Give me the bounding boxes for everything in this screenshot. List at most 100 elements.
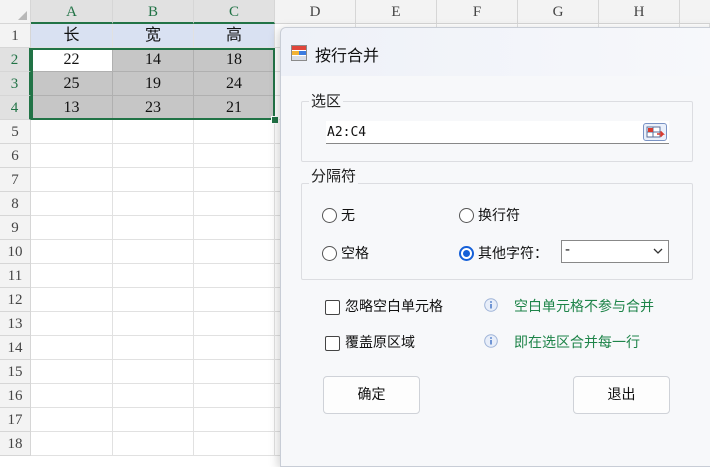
grid-cell[interactable]: [31, 384, 113, 408]
range-input[interactable]: A2:C4: [326, 121, 669, 144]
row-header-14[interactable]: 14: [0, 336, 31, 360]
grid-cell[interactable]: [113, 336, 194, 360]
grid-cell[interactable]: [113, 432, 194, 456]
grid-cell[interactable]: [194, 168, 275, 192]
grid-cell[interactable]: [31, 336, 113, 360]
column-header-g[interactable]: G: [518, 0, 599, 24]
column-header-a[interactable]: A: [31, 0, 113, 24]
row-header-8[interactable]: 8: [0, 192, 31, 216]
cell-b2[interactable]: 14: [113, 48, 194, 72]
grid-cell[interactable]: [194, 312, 275, 336]
grid-cell[interactable]: [113, 216, 194, 240]
grid-cell[interactable]: [113, 360, 194, 384]
cell-b1[interactable]: 宽: [113, 24, 194, 48]
column-header-c[interactable]: C: [194, 0, 275, 24]
row-header-13[interactable]: 13: [0, 312, 31, 336]
row-header-10[interactable]: 10: [0, 240, 31, 264]
radio-newline[interactable]: [459, 208, 474, 223]
row-header-4[interactable]: 4: [0, 96, 31, 120]
grid-cell[interactable]: [113, 240, 194, 264]
grid-cell[interactable]: [113, 168, 194, 192]
row-header-12[interactable]: 12: [0, 288, 31, 312]
cell-c3[interactable]: 24: [194, 72, 275, 96]
radio-space-label[interactable]: 空格: [341, 243, 369, 263]
grid-cell[interactable]: [194, 216, 275, 240]
grid-cell[interactable]: [113, 144, 194, 168]
grid-cell[interactable]: [113, 120, 194, 144]
grid-cell[interactable]: [31, 432, 113, 456]
range-picker-button[interactable]: [643, 123, 667, 141]
grid-cell[interactable]: [194, 240, 275, 264]
row-header-6[interactable]: 6: [0, 144, 31, 168]
grid-cell[interactable]: [31, 264, 113, 288]
column-header-h[interactable]: H: [599, 0, 680, 24]
grid-cell[interactable]: [194, 384, 275, 408]
grid-cell[interactable]: [194, 408, 275, 432]
radio-newline-label[interactable]: 换行符: [478, 205, 520, 225]
radio-space[interactable]: [322, 246, 337, 261]
grid-cell[interactable]: [194, 336, 275, 360]
row-header-2[interactable]: 2: [0, 48, 31, 72]
cell-c4[interactable]: 21: [194, 96, 275, 120]
grid-cell[interactable]: [194, 120, 275, 144]
grid-cell[interactable]: [31, 360, 113, 384]
grid-cell[interactable]: [113, 192, 194, 216]
grid-cell[interactable]: [31, 216, 113, 240]
column-header-e[interactable]: E: [356, 0, 437, 24]
grid-cell[interactable]: [31, 288, 113, 312]
select-all-corner[interactable]: [0, 0, 31, 24]
radio-none[interactable]: [322, 208, 337, 223]
grid-cell[interactable]: [113, 408, 194, 432]
grid-cell[interactable]: [31, 240, 113, 264]
column-header-i[interactable]: [680, 0, 710, 24]
grid-cell[interactable]: [113, 312, 194, 336]
cell-a4[interactable]: 13: [31, 96, 113, 120]
ignore-blank-checkbox[interactable]: [325, 300, 340, 315]
grid-cell[interactable]: [113, 288, 194, 312]
row-header-5[interactable]: 5: [0, 120, 31, 144]
grid-cell[interactable]: [194, 432, 275, 456]
row-header-16[interactable]: 16: [0, 384, 31, 408]
grid-cell[interactable]: [194, 360, 275, 384]
dialog-titlebar[interactable]: 按行合并: [281, 28, 710, 76]
grid-cell[interactable]: [113, 264, 194, 288]
column-header-b[interactable]: B: [113, 0, 194, 24]
row-header-11[interactable]: 11: [0, 264, 31, 288]
grid-cell[interactable]: [31, 168, 113, 192]
ignore-blank-label[interactable]: 忽略空白单元格: [345, 296, 443, 316]
row-header-3[interactable]: 3: [0, 72, 31, 96]
exit-button[interactable]: 退出: [573, 376, 670, 414]
cell-a1[interactable]: 长: [31, 24, 113, 48]
other-separator-select[interactable]: -: [561, 240, 669, 263]
grid-cell[interactable]: [31, 144, 113, 168]
radio-other-label[interactable]: 其他字符：: [478, 243, 548, 263]
grid-cell[interactable]: [194, 192, 275, 216]
grid-cell[interactable]: [31, 408, 113, 432]
column-header-d[interactable]: D: [275, 0, 356, 24]
fill-handle[interactable]: [271, 116, 279, 124]
column-header-f[interactable]: F: [437, 0, 518, 24]
overwrite-checkbox[interactable]: [325, 336, 340, 351]
radio-none-label[interactable]: 无: [341, 205, 355, 225]
overwrite-label[interactable]: 覆盖原区域: [345, 332, 415, 352]
row-header-1[interactable]: 1: [0, 24, 31, 48]
ok-button[interactable]: 确定: [323, 376, 420, 414]
radio-other[interactable]: [459, 246, 474, 261]
grid-cell[interactable]: [194, 288, 275, 312]
row-header-17[interactable]: 17: [0, 408, 31, 432]
grid-cell[interactable]: [194, 264, 275, 288]
row-header-18[interactable]: 18: [0, 432, 31, 456]
grid-cell[interactable]: [31, 312, 113, 336]
cell-c2[interactable]: 18: [194, 48, 275, 72]
cell-c1[interactable]: 高: [194, 24, 275, 48]
grid-cell[interactable]: [31, 192, 113, 216]
cell-a3[interactable]: 25: [31, 72, 113, 96]
grid-cell[interactable]: [194, 144, 275, 168]
cell-b3[interactable]: 19: [113, 72, 194, 96]
grid-cell[interactable]: [31, 120, 113, 144]
row-header-7[interactable]: 7: [0, 168, 31, 192]
cell-a2[interactable]: 22: [31, 48, 113, 72]
row-header-15[interactable]: 15: [0, 360, 31, 384]
row-header-9[interactable]: 9: [0, 216, 31, 240]
grid-cell[interactable]: [113, 384, 194, 408]
